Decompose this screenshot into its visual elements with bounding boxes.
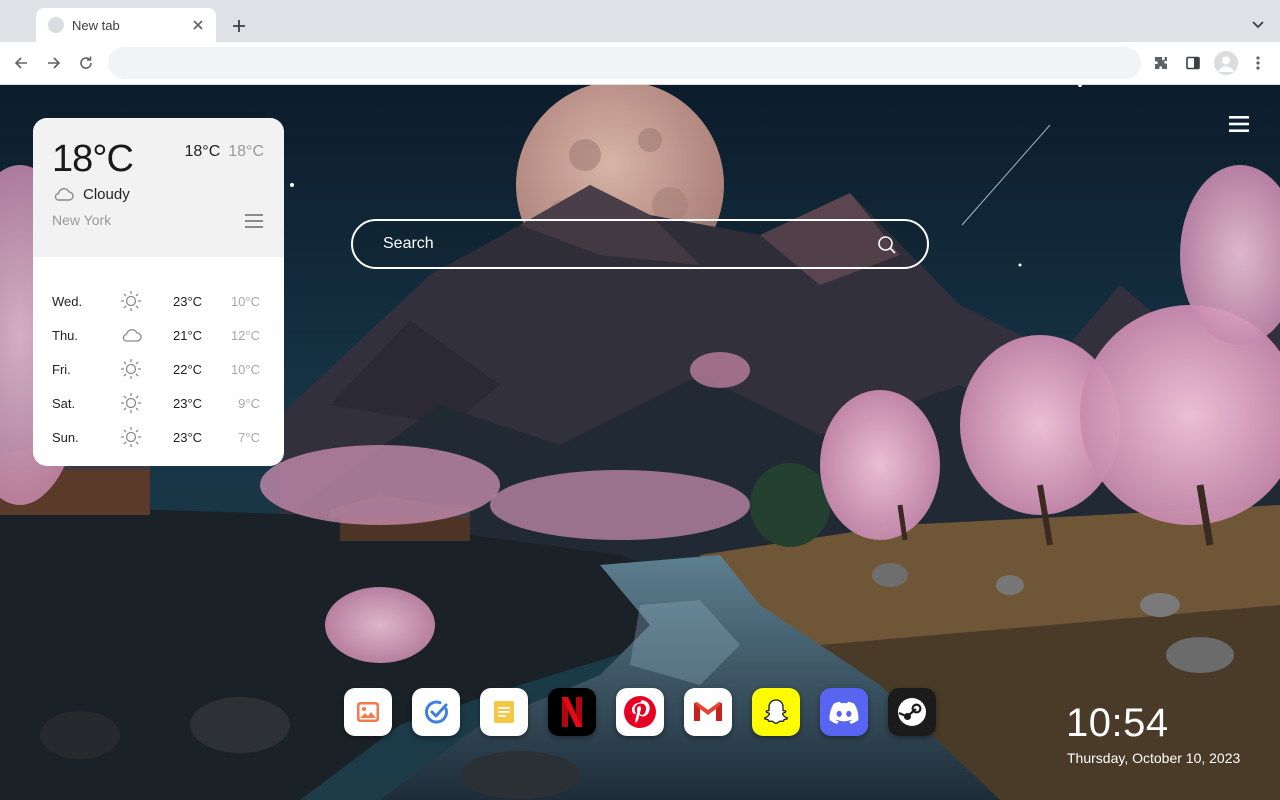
weather-menu-icon[interactable] xyxy=(245,214,263,228)
pinterest-icon xyxy=(624,696,656,728)
forecast-row: Fri. 22°C 10°C xyxy=(33,351,284,385)
forecast-day: Fri. xyxy=(52,362,71,377)
app-steam[interactable] xyxy=(888,688,936,736)
app-discord[interactable] xyxy=(820,688,868,736)
forecast-low: 10°C xyxy=(230,294,260,309)
forecast-row: Sun. 23°C 7°C xyxy=(33,419,284,453)
search-bar[interactable] xyxy=(351,219,929,269)
new-tab-button[interactable] xyxy=(226,13,252,39)
sun-icon xyxy=(121,359,141,379)
new-tab-page: 18°C 18°C 18°C Cloudy New York Wed. 23°C … xyxy=(0,85,1280,800)
address-bar[interactable] xyxy=(108,47,1141,79)
forecast-day: Thu. xyxy=(52,328,79,343)
tab-search-button[interactable] xyxy=(1246,13,1270,37)
extensions-button[interactable] xyxy=(1148,50,1174,76)
app-notes[interactable] xyxy=(480,688,528,736)
globe-icon xyxy=(48,17,64,33)
sun-icon xyxy=(121,427,141,447)
kebab-icon xyxy=(1256,56,1260,70)
app-tasks[interactable] xyxy=(412,688,460,736)
steam-icon xyxy=(898,698,926,726)
arrow-right-icon xyxy=(48,57,61,69)
profile-avatar[interactable] xyxy=(1214,51,1238,75)
forecast-high: 22°C xyxy=(173,362,203,377)
tab-strip: New tab xyxy=(0,0,1280,42)
forecast-low: 12°C xyxy=(230,328,260,343)
forecast-high: 23°C xyxy=(173,294,203,309)
sun-icon xyxy=(121,291,141,311)
back-button[interactable] xyxy=(8,50,34,76)
forecast-low: 10°C xyxy=(230,362,260,377)
gmail-icon xyxy=(694,702,722,721)
reload-icon xyxy=(80,56,92,69)
tab-new-tab[interactable]: New tab xyxy=(36,8,216,42)
forecast-high: 23°C xyxy=(173,396,203,411)
weather-condition: Cloudy xyxy=(83,186,130,203)
cloud-icon xyxy=(122,329,142,342)
forecast-day: Sat. xyxy=(52,396,76,411)
image-icon xyxy=(357,702,379,722)
forward-button[interactable] xyxy=(41,50,67,76)
app-snapchat[interactable] xyxy=(752,688,800,736)
check-circle-icon xyxy=(425,700,448,724)
today-high: 18°C xyxy=(184,143,221,160)
forecast-day: Wed. xyxy=(52,294,83,309)
chevron-down-icon xyxy=(1252,21,1264,29)
weather-city: New York xyxy=(52,212,112,228)
forecast-high: 21°C xyxy=(173,328,203,343)
forecast-high: 23°C xyxy=(173,430,203,445)
weather-widget[interactable]: 18°C 18°C 18°C Cloudy New York Wed. 23°C … xyxy=(33,118,284,466)
search-icon[interactable] xyxy=(877,235,897,255)
forecast-low: 9°C xyxy=(238,396,260,411)
hamburger-menu-icon[interactable] xyxy=(1228,115,1250,133)
close-icon[interactable] xyxy=(190,17,206,33)
app-netflix[interactable] xyxy=(548,688,596,736)
clock-date: Thursday, October 10, 2023 xyxy=(1067,750,1241,766)
cloud-icon xyxy=(54,188,74,201)
search-input[interactable] xyxy=(383,221,863,267)
today-low: 18°C xyxy=(228,143,264,160)
forecast-row: Wed. 23°C 10°C xyxy=(33,283,284,317)
weather-forecast: Wed. 23°C 10°C Thu. 21°C 12°C Fri. 22°C … xyxy=(33,257,284,453)
app-gallery[interactable] xyxy=(344,688,392,736)
snapchat-icon xyxy=(763,699,789,725)
browser-menu-button[interactable] xyxy=(1245,50,1271,76)
side-panel-icon xyxy=(1186,56,1200,70)
forecast-day: Sun. xyxy=(52,430,79,445)
forecast-row: Thu. 21°C 12°C xyxy=(33,317,284,351)
forecast-low: 7°C xyxy=(238,430,260,445)
arrow-left-icon xyxy=(14,57,27,69)
discord-icon xyxy=(829,701,859,724)
app-gmail[interactable] xyxy=(684,688,732,736)
current-high-low: 18°C 18°C xyxy=(185,143,265,161)
weather-current: 18°C 18°C 18°C Cloudy New York xyxy=(33,118,284,257)
browser-toolbar xyxy=(0,42,1280,85)
side-panel-button[interactable] xyxy=(1180,50,1206,76)
sun-icon xyxy=(121,393,141,413)
netflix-icon xyxy=(562,697,582,727)
app-pinterest[interactable] xyxy=(616,688,664,736)
avatar-icon xyxy=(1218,56,1234,72)
forecast-row: Sat. 23°C 9°C xyxy=(33,385,284,419)
plus-icon xyxy=(233,20,245,32)
tab-title: New tab xyxy=(72,17,120,33)
reload-button[interactable] xyxy=(73,50,99,76)
current-temperature: 18°C xyxy=(52,138,134,180)
note-icon xyxy=(494,701,514,723)
puzzle-icon xyxy=(1155,57,1167,69)
clock-time: 10:54 xyxy=(1066,701,1169,745)
